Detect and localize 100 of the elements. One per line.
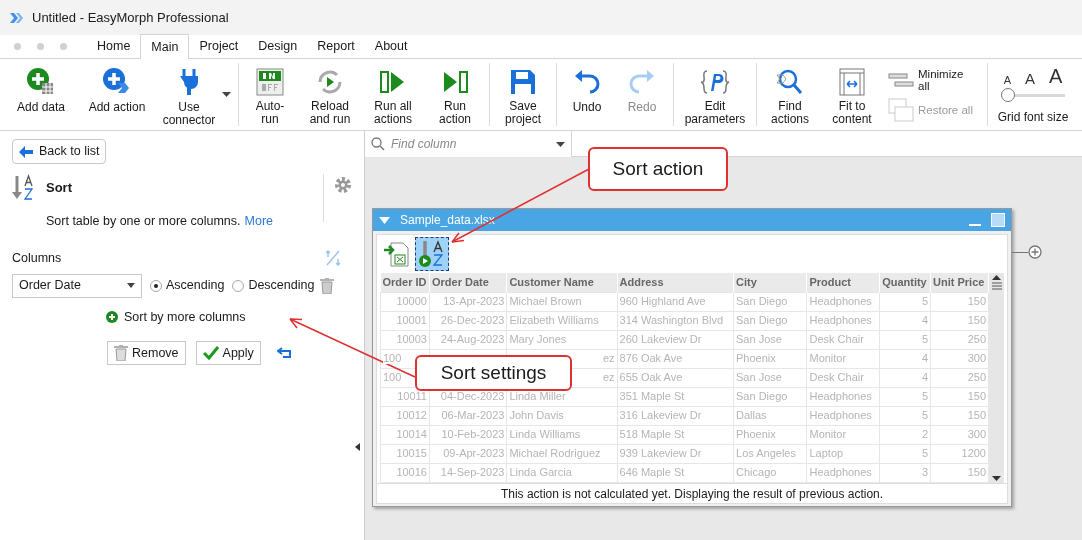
column-header[interactable]: Quantity (879, 273, 931, 292)
minimize-icon (969, 224, 981, 226)
table-cell: 150 (967, 390, 986, 402)
table-cell: Headphones (809, 314, 872, 326)
table-cell: 10012 (396, 409, 427, 421)
add-column-link[interactable]: Sort by more columns (106, 307, 246, 327)
table-cell: 876 Oak Ave (619, 352, 683, 364)
font-size-glyph[interactable]: A (1049, 66, 1063, 86)
search-field[interactable]: Find column (391, 135, 550, 153)
ribbon-tab[interactable]: Design (248, 35, 308, 58)
column-header[interactable]: Address (617, 273, 734, 292)
table-cell: San Jose (736, 333, 782, 345)
table-cell: 06-Mar-2023 (441, 409, 505, 421)
ribbon-button[interactable]: Run action (424, 63, 486, 126)
ribbon-tab[interactable]: Project (189, 35, 249, 58)
collapse-icon (379, 216, 390, 224)
back-arrow-icon (19, 145, 33, 158)
table-cell: 351 Maple St (619, 390, 685, 402)
parameter-icon (700, 67, 730, 96)
radio-option[interactable]: Descending (232, 276, 315, 295)
table-cell: 4 (921, 371, 929, 383)
slider-thumb[interactable] (1001, 88, 1015, 102)
swap-sort-icon (324, 250, 342, 267)
ribbon-tab[interactable]: Report (307, 35, 365, 58)
collapse-arrow-icon (355, 443, 360, 451)
plug-icon (178, 66, 200, 97)
trash-icon (114, 345, 128, 362)
table-cell: 260 Lakeview Dr (619, 333, 702, 345)
table-cell: 10000 (396, 295, 427, 307)
table-cell: 100 (383, 371, 402, 383)
remove-button[interactable]: Remove (107, 341, 186, 366)
column-header[interactable]: Order Date (429, 273, 507, 292)
ribbon-button[interactable]: Fit to content (820, 63, 884, 126)
table-cell: 10003 (396, 333, 427, 345)
radio-option[interactable]: Ascending (150, 276, 225, 295)
table-cell: 3 (921, 466, 929, 478)
ribbon-button[interactable]: Edit parameters (677, 63, 753, 126)
table-cell: 646 Maple St (619, 466, 685, 478)
ribbon-button[interactable]: Minimize all (888, 67, 980, 92)
table-cell: Monitor (809, 352, 847, 364)
settings-icon (334, 176, 352, 194)
status-message: This action is not calculated yet. Displaying the result of previous action. (377, 482, 1007, 503)
ribbon-button[interactable]: Reload and run (298, 63, 362, 126)
column-header[interactable]: Order ID (380, 273, 430, 292)
table-cell: 10001 (396, 314, 427, 326)
ribbon-button[interactable]: Auto- run (242, 63, 298, 126)
ribbon-button[interactable]: Undo (560, 63, 614, 126)
ribbon-tab[interactable]: Home (87, 35, 141, 58)
table-cell: 5 (921, 295, 929, 307)
table-window-title: Sample_data.xlsx (400, 212, 496, 229)
ribbon-button[interactable]: Run all actions (362, 63, 424, 126)
caret-icon (127, 283, 135, 288)
more-link[interactable]: More (244, 212, 274, 231)
font-size-glyph[interactable]: A (1003, 75, 1011, 86)
table-cell: 4 (921, 352, 929, 364)
table-cell: Linda Williams (509, 428, 581, 440)
back-button[interactable]: Back to list (12, 139, 107, 164)
table-cell: Headphones (809, 409, 872, 421)
table-cell: 09-Apr-2023 (443, 447, 505, 459)
ribbon-button[interactable]: Find actions (760, 63, 820, 126)
table-cell: 5 (921, 409, 929, 421)
fit-icon (839, 67, 865, 96)
table-cell: 24-Aug-2023 (440, 333, 505, 345)
table-cell: 655 Oak Ave (619, 371, 683, 383)
ribbon-button[interactable]: Save project (493, 63, 553, 126)
table-cell: Linda Garcia (509, 466, 572, 478)
table-cell: Chicago (736, 466, 777, 478)
table-cell: 250 (967, 333, 986, 345)
table-cell: 10016 (396, 466, 427, 478)
column-dropdown[interactable]: Order Date (12, 273, 142, 298)
scroll-up-icon (992, 275, 1001, 280)
ribbon-button[interactable]: Use connector (156, 62, 222, 127)
font-size-glyph[interactable]: A (1025, 71, 1035, 86)
group-label: Grid font size (997, 109, 1069, 126)
column-header[interactable]: City (733, 273, 807, 292)
table-cell: Elizabeth Williams (509, 314, 599, 326)
column-header[interactable]: Product (806, 273, 880, 292)
table-cell: 14-Sep-2023 (440, 466, 505, 478)
ribbon-tab[interactable]: About (364, 35, 418, 58)
scrollbar[interactable] (989, 273, 1004, 483)
column-header[interactable]: Unit Price (930, 273, 989, 292)
table-cell: 314 Washington Blvd (619, 314, 724, 326)
table-cell: Dallas (736, 409, 767, 421)
table-cell: 518 Maple St (619, 428, 685, 440)
table-cell: 5 (921, 333, 929, 345)
sort-action-icon[interactable] (415, 237, 449, 271)
table-cell: John Davis (509, 409, 564, 421)
ribbon-button[interactable]: Add data (4, 63, 78, 126)
table-cell: 5 (921, 447, 929, 459)
table-cell: Headphones (809, 390, 872, 402)
table-cell: Linda Miller (509, 390, 566, 402)
caret-icon (556, 141, 565, 147)
column-header[interactable]: Customer Name (506, 273, 617, 292)
table-cell: 100 (383, 352, 402, 364)
apply-button[interactable]: Apply (195, 341, 261, 366)
minimize-icon (888, 71, 914, 88)
ribbon-tab[interactable]: Main (140, 34, 190, 59)
ribbon-button[interactable]: Add action (78, 63, 156, 126)
callout: Sort action (588, 147, 728, 191)
table-cell: Michael Brown (509, 295, 582, 307)
